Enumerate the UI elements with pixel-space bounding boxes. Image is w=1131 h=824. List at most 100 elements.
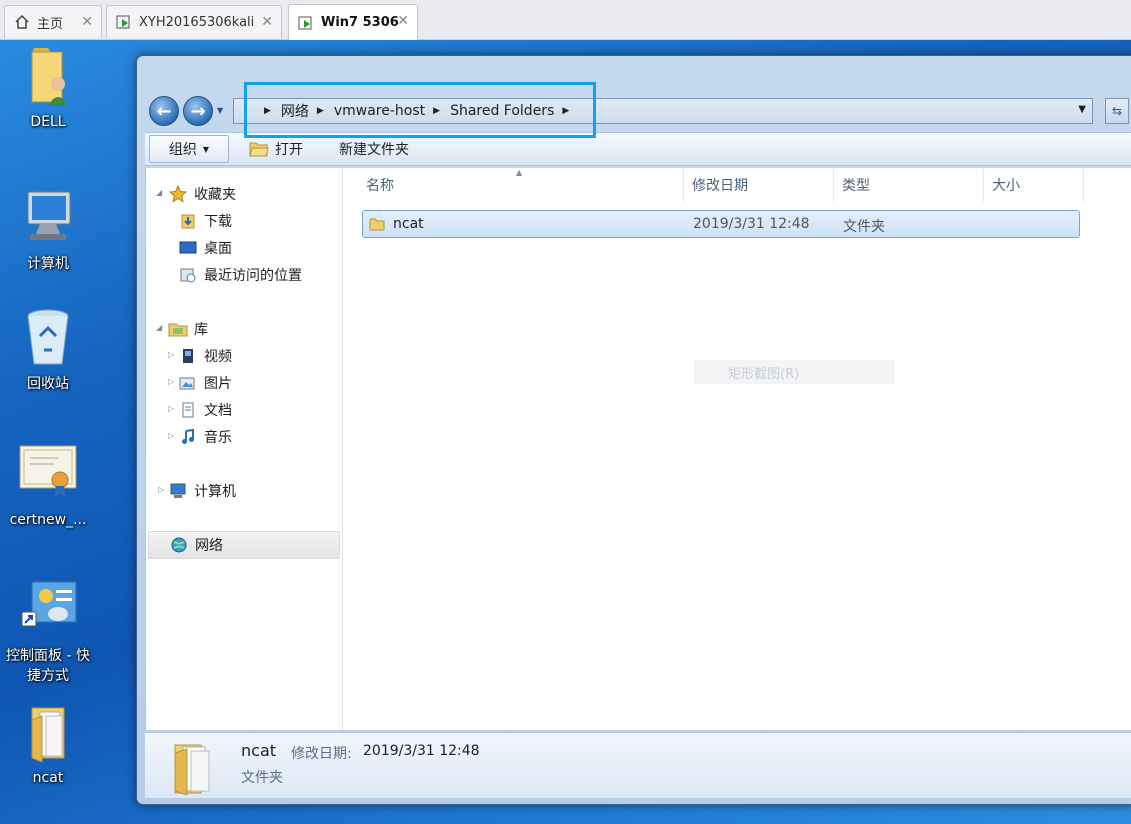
new-folder-label: 新建文件夹 bbox=[339, 142, 409, 158]
nav-item-computer[interactable]: 计算机 bbox=[168, 479, 236, 503]
vmware-tab-bar: 主页 ✕ XYH20165306kali ✕ Win7 5306 ✕ bbox=[0, 0, 1131, 40]
recent-places-icon bbox=[178, 266, 198, 284]
open-folder-icon bbox=[249, 142, 269, 157]
tab-kali[interactable]: XYH20165306kali ✕ bbox=[106, 5, 282, 38]
nav-item-desktop[interactable]: 桌面 bbox=[178, 236, 232, 260]
music-icon bbox=[178, 428, 198, 446]
new-folder-button[interactable]: 新建文件夹 bbox=[329, 135, 419, 163]
nav-label: 桌面 bbox=[204, 241, 232, 257]
desktop-icon-recycle-bin[interactable]: 回收站 bbox=[0, 306, 96, 394]
refresh-button[interactable]: ⇆ bbox=[1105, 98, 1129, 124]
highlight-box bbox=[244, 82, 596, 138]
nav-label: 网络 bbox=[195, 538, 223, 554]
star-icon bbox=[168, 185, 188, 203]
tab-win7[interactable]: Win7 5306 ✕ bbox=[288, 4, 418, 40]
snip-label: 矩形截图(R) bbox=[728, 366, 800, 382]
details-name: ncat bbox=[241, 741, 277, 760]
desktop-icon-label: 计算机 bbox=[27, 256, 69, 272]
open-label: 打开 bbox=[275, 142, 303, 158]
column-header-label: 名称 bbox=[366, 178, 394, 194]
column-header-label: 修改日期 bbox=[692, 178, 748, 194]
back-button[interactable]: ← bbox=[149, 96, 179, 126]
navigation-pane: ◢ 收藏夹 下载 桌面 最近访问的位置 ◢ 库 ▷ 视频 ▷ 图片 ▷ 文档 ▷… bbox=[146, 168, 343, 730]
nav-label: 最近访问的位置 bbox=[204, 268, 302, 284]
documents-icon bbox=[178, 401, 198, 419]
file-list: ▲ 名称 修改日期 类型 大小 ncat 2019/3/31 12:48 文件夹 bbox=[344, 168, 1131, 730]
expand-icon[interactable]: ▷ bbox=[168, 431, 174, 440]
network-icon bbox=[169, 536, 189, 554]
nav-item-network[interactable]: 网络 bbox=[148, 531, 340, 559]
nav-item-videos[interactable]: 视频 bbox=[178, 344, 232, 368]
control-panel-shortcut-icon bbox=[21, 581, 77, 627]
column-header-label: 类型 bbox=[842, 178, 870, 194]
nav-label: 库 bbox=[194, 322, 208, 338]
tab-label: XYH20165306kali bbox=[139, 14, 255, 30]
user-folder-icon bbox=[31, 48, 68, 106]
libraries-icon bbox=[168, 320, 188, 338]
recent-pages-dropdown-icon[interactable]: ▼ bbox=[217, 106, 223, 115]
desktop-icon-label: DELL bbox=[30, 114, 66, 130]
nav-item-favorites[interactable]: 收藏夹 bbox=[168, 182, 236, 206]
nav-item-libraries[interactable]: 库 bbox=[168, 317, 208, 341]
expand-icon[interactable]: ▷ bbox=[168, 377, 174, 386]
organize-button[interactable]: 组织 ▼ bbox=[149, 135, 229, 163]
videos-icon bbox=[178, 347, 198, 365]
nav-label: 音乐 bbox=[204, 430, 232, 446]
nav-item-pictures[interactable]: 图片 bbox=[178, 371, 232, 395]
content-area: ◢ 收藏夹 下载 桌面 最近访问的位置 ◢ 库 ▷ 视频 ▷ 图片 ▷ 文档 ▷… bbox=[145, 168, 1131, 730]
expand-icon[interactable]: ▷ bbox=[158, 485, 164, 494]
column-header-modified[interactable]: 修改日期 bbox=[684, 168, 834, 202]
chevron-down-icon: ▼ bbox=[202, 144, 210, 154]
table-row[interactable]: ncat 2019/3/31 12:48 文件夹 bbox=[362, 210, 1080, 238]
details-pane: ncat 修改日期: 2019/3/31 12:48 文件夹 bbox=[145, 732, 1131, 798]
close-icon[interactable]: ✕ bbox=[81, 14, 93, 30]
desktop-icon-control-panel[interactable]: 控制面板 - 快捷方式 bbox=[0, 578, 96, 686]
pictures-icon bbox=[178, 374, 198, 392]
tab-label: Win7 5306 bbox=[321, 15, 399, 30]
column-header-label: 大小 bbox=[992, 178, 1020, 194]
tab-home[interactable]: 主页 ✕ bbox=[4, 5, 102, 38]
desktop-icon-label: certnew_... bbox=[9, 512, 87, 528]
tab-label: 主页 bbox=[37, 16, 64, 32]
column-header-name[interactable]: 名称 bbox=[358, 168, 684, 202]
desktop-icon-label: 控制面板 - 快捷方式 bbox=[6, 648, 90, 684]
close-icon[interactable]: ✕ bbox=[261, 14, 273, 30]
file-modified: 2019/3/31 12:48 bbox=[693, 216, 810, 232]
desktop-icon-ncat[interactable]: ncat bbox=[0, 700, 96, 788]
folder-icon bbox=[31, 707, 65, 763]
address-dropdown-icon[interactable]: ▼ bbox=[1078, 104, 1086, 115]
open-button[interactable]: 打开 bbox=[239, 135, 313, 163]
nav-item-downloads[interactable]: 下载 bbox=[178, 209, 232, 233]
expand-icon[interactable]: ▷ bbox=[168, 404, 174, 413]
nav-item-recent-places[interactable]: 最近访问的位置 bbox=[178, 263, 302, 287]
nav-label: 文档 bbox=[204, 403, 232, 419]
nav-label: 视频 bbox=[204, 349, 232, 365]
collapse-icon[interactable]: ◢ bbox=[156, 323, 162, 332]
home-icon bbox=[13, 13, 31, 31]
desktop-icon-dell[interactable]: DELL bbox=[0, 44, 96, 132]
explorer-window: ← → ▼ ▶ 网络 ▶ vmware-host ▶ Shared Folder… bbox=[136, 55, 1131, 805]
expand-icon[interactable]: ▷ bbox=[168, 350, 174, 359]
collapse-icon[interactable]: ◢ bbox=[156, 188, 162, 197]
details-type: 文件夹 bbox=[241, 770, 283, 786]
computer-icon bbox=[168, 482, 188, 500]
computer-icon bbox=[27, 191, 71, 240]
file-name: ncat bbox=[393, 216, 424, 232]
downloads-folder-icon bbox=[178, 212, 198, 230]
organize-label: 组织 bbox=[168, 142, 197, 158]
close-icon[interactable]: ✕ bbox=[397, 13, 409, 29]
column-header-type[interactable]: 类型 bbox=[834, 168, 984, 202]
desktop-icon bbox=[178, 239, 198, 257]
desktop-icon-certnew[interactable]: certnew_... bbox=[0, 442, 96, 530]
nav-item-music[interactable]: 音乐 bbox=[178, 425, 232, 449]
forward-button[interactable]: → bbox=[183, 96, 213, 126]
arrow-left-icon: ← bbox=[156, 100, 172, 122]
desktop-icon-label: ncat bbox=[32, 770, 64, 786]
desktop-icon-label: 回收站 bbox=[27, 376, 69, 392]
column-header-size[interactable]: 大小 bbox=[984, 168, 1084, 202]
nav-label: 图片 bbox=[204, 376, 232, 392]
nav-label: 计算机 bbox=[194, 484, 236, 500]
nav-label: 收藏夹 bbox=[194, 187, 236, 203]
nav-item-documents[interactable]: 文档 bbox=[178, 398, 232, 422]
desktop-icon-computer[interactable]: 计算机 bbox=[0, 186, 96, 274]
